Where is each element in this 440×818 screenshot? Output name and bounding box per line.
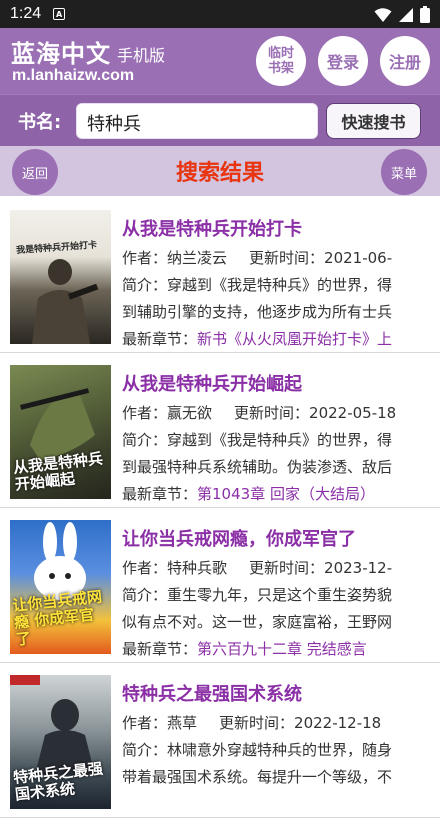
results-header: 返回 搜索结果 菜单 (0, 146, 440, 196)
book-info: 特种兵之最强国术系统 作者：燕草 更新时间：2022-12-18 简介：林啸意外穿… (122, 680, 434, 791)
intro-line: 简介：穿越到《我是特种兵》的世界，得 (122, 276, 393, 294)
book-title[interactable]: 从我是特种兵开始崛起 (122, 370, 434, 396)
result-item[interactable]: 特种兵之最强国术系统 特种兵之最强国术系统 作者：燕草 更新时间：2022-12-… (0, 663, 440, 818)
update-time: 2023-12- (324, 559, 393, 577)
results-title: 搜索结果 (175, 161, 264, 186)
latest-chapter-line: 最新章节：新书《从火凤凰开始打卡》上 (122, 330, 393, 348)
results-list: 我是特种兵开始打卡 从我是特种兵开始打卡 作者：纳兰凌云 更新时间：2021-06… (0, 198, 440, 818)
intro-line: 带着最强国术系统。每提升一个等级，不 (122, 768, 393, 786)
intro-line: 简介：重生零九年，只是这个重生姿势貌 (122, 586, 393, 604)
book-info: 让你当兵戒网瘾，你成军官了 作者：特种兵歌 更新时间：2023-12- 简介：重生… (122, 525, 434, 662)
book-cover[interactable]: 从我是特种兵开始崛起 (10, 365, 111, 499)
author-line: 作者：纳兰凌云 更新时间：2021-06- (122, 249, 393, 267)
status-bar: 1:24 A (0, 0, 440, 28)
book-info: 从我是特种兵开始崛起 作者：赢无欲 更新时间：2022-05-18 简介：穿越到《… (122, 370, 434, 507)
register-button[interactable]: 注册 (380, 36, 430, 86)
intro-line: 到最强特种兵系统辅助。伪装渗透、敌后 (122, 458, 393, 476)
soldier-figure (32, 259, 99, 344)
latest-chapter-link[interactable]: 新书《从火凤凰开始打卡》上 (197, 330, 392, 348)
quick-search-button[interactable]: 快速搜书 (326, 103, 421, 139)
signal-icon (399, 7, 413, 22)
temp-bookshelf-label: 临时 书架 (267, 46, 294, 76)
update-time: 2022-05-18 (309, 404, 397, 422)
book-title[interactable]: 特种兵之最强国术系统 (122, 680, 434, 706)
book-info: 从我是特种兵开始打卡 作者：纳兰凌云 更新时间：2021-06- 简介：穿越到《我… (122, 215, 434, 352)
temp-bookshelf-button[interactable]: 临时 书架 (256, 36, 306, 86)
intro-line: 似有点不对。这一世，家庭富裕，王野网 (122, 613, 393, 631)
battery-icon (420, 6, 430, 23)
latest-chapter-link[interactable]: 第六百九十二章 完结感言 (197, 640, 367, 658)
site-name[interactable]: 蓝海中文 (11, 34, 111, 69)
menu-button[interactable]: 菜单 (381, 149, 427, 195)
author-name: 燕草 (167, 714, 198, 732)
search-label: 书名: (18, 112, 62, 133)
result-item[interactable]: 从我是特种兵开始崛起 从我是特种兵开始崛起 作者：赢无欲 更新时间：2022-05… (0, 353, 440, 508)
intro-line: 简介：穿越到《我是特种兵》的世界，得 (122, 431, 393, 449)
intro-line: 到辅助引擎的支持，他逐步成为所有士兵 (122, 303, 393, 321)
author-line: 作者：特种兵歌 更新时间：2023-12- (122, 559, 393, 577)
latest-chapter-line: 最新章节：第1043章 回家（大结局） (122, 485, 375, 503)
result-item[interactable]: 让你当兵戒网瘾 你成军官了 让你当兵戒网瘾，你成军官了 作者：特种兵歌 更新时间：… (0, 508, 440, 663)
book-cover[interactable]: 让你当兵戒网瘾 你成军官了 (10, 520, 111, 654)
book-title[interactable]: 从我是特种兵开始打卡 (122, 215, 434, 241)
site-subtitle: 手机版 (117, 46, 166, 65)
wifi-icon (374, 7, 392, 22)
status-icons (374, 6, 430, 23)
author-name: 纳兰凌云 (167, 249, 228, 267)
latest-chapter-line: 最新章节：第六百九十二章 完结感言 (122, 640, 367, 658)
author-name: 赢无欲 (167, 404, 213, 422)
cover-title: 让你当兵戒网瘾 你成军官了 (11, 587, 103, 649)
author-name: 特种兵歌 (167, 559, 228, 577)
search-bar: 书名: 特种兵 快速搜书 (0, 94, 440, 146)
site-url: m.lanhaizw.com (12, 67, 135, 84)
book-cover[interactable]: 特种兵之最强国术系统 (10, 675, 111, 809)
result-item[interactable]: 我是特种兵开始打卡 从我是特种兵开始打卡 作者：纳兰凌云 更新时间：2021-06… (0, 198, 440, 353)
site-header: 蓝海中文 手机版 m.lanhaizw.com 临时 书架 登录 注册 (0, 28, 440, 94)
search-input[interactable]: 特种兵 (76, 103, 318, 139)
intro-line: 简介：林啸意外穿越特种兵的世界，随身 (122, 741, 393, 759)
login-button[interactable]: 登录 (318, 36, 368, 86)
notification-a-icon: A (53, 8, 66, 20)
update-time: 2021-06- (324, 249, 393, 267)
book-cover[interactable]: 我是特种兵开始打卡 (10, 210, 111, 344)
book-title[interactable]: 让你当兵戒网瘾，你成军官了 (122, 525, 434, 551)
status-time: 1:24 (10, 5, 42, 22)
author-line: 作者：赢无欲 更新时间：2022-05-18 (122, 404, 397, 422)
update-time: 2022-12-18 (294, 714, 382, 732)
author-line: 作者：燕草 更新时间：2022-12-18 (122, 714, 382, 732)
latest-chapter-link[interactable]: 第1043章 回家（大结局） (197, 485, 375, 503)
